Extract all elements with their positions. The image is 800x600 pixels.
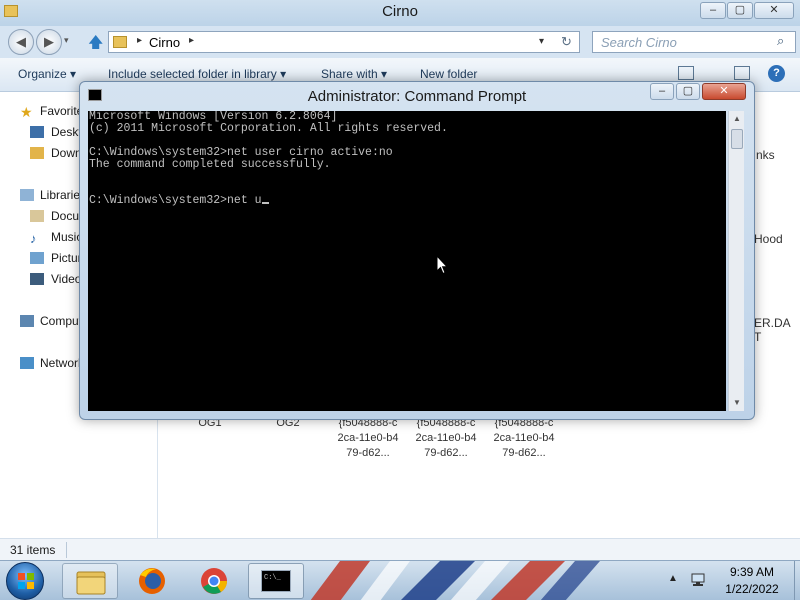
show-hidden-icons-button[interactable]: ▲ (668, 573, 678, 584)
taskbar-background-art (310, 561, 600, 600)
minimize-button[interactable]: – (700, 2, 726, 19)
search-icon[interactable]: ⌕ (777, 33, 784, 49)
address-bar[interactable]: ▸ Cirno ▸ ▾ ↻ (108, 31, 580, 53)
nav-music[interactable]: Music (51, 230, 82, 244)
right-edge-label: ER.DA (754, 316, 791, 330)
music-icon: ♪ (30, 231, 37, 246)
console-output[interactable]: Microsoft Windows [Version 6.2.8064] (c)… (88, 111, 726, 411)
console-line: (c) 2011 Microsoft Corporation. All righ… (89, 122, 448, 135)
pictures-icon (30, 252, 44, 264)
new-folder-button[interactable]: New folder (420, 67, 477, 81)
show-desktop-button[interactable] (794, 561, 800, 600)
console-line: The command completed successfully. (89, 158, 331, 171)
taskbar-firefox-button[interactable] (124, 563, 180, 599)
console-text: Microsoft Windows [Version 6.2.8064] (c)… (89, 111, 448, 207)
file-item[interactable]: {f5048888-c2ca-11e0-b479-d62... (414, 416, 478, 461)
cmd-icon-text: C:\_ (264, 574, 281, 582)
right-edge-label: nks (756, 148, 775, 162)
scroll-down-arrow[interactable]: ▼ (729, 395, 745, 411)
clock-time[interactable]: 9:39 AM (716, 565, 788, 579)
refresh-button[interactable]: ↻ (561, 34, 579, 50)
network-status-icon[interactable] (690, 572, 706, 588)
close-button[interactable]: ✕ (754, 2, 794, 19)
navigation-bar: ◀ ▶ ▾ 🡅 ▸ Cirno ▸ ▾ ↻ ⌕ (0, 26, 800, 58)
recent-pages-dropdown[interactable]: ▾ (64, 35, 69, 46)
taskbar: C:\_ ▲ 9:39 AM 1/22/2022 (0, 560, 800, 600)
maximize-button[interactable]: ▢ (727, 2, 753, 19)
right-edge-label: T (754, 330, 762, 344)
scroll-thumb[interactable] (731, 129, 743, 149)
console-input-line[interactable]: C:\Windows\system32>net u (89, 194, 262, 207)
cmd-close-button[interactable]: ✕ (702, 83, 746, 100)
file-item[interactable]: {f5048888-c2ca-11e0-b479-d62... (492, 416, 556, 461)
address-dropdown-icon[interactable]: ▾ (539, 36, 544, 47)
downloads-icon (30, 147, 44, 159)
computer-icon (20, 315, 34, 327)
status-divider (66, 542, 67, 558)
breadcrumb-separator[interactable]: ▸ (189, 35, 194, 46)
taskbar-chrome-button[interactable] (186, 563, 242, 599)
command-prompt-window: Administrator: Command Prompt – ▢ ✕ Micr… (79, 81, 755, 420)
text-cursor (261, 202, 269, 204)
vertical-scrollbar[interactable]: ▲ ▼ (728, 111, 744, 411)
forward-button[interactable]: ▶ (36, 29, 62, 55)
change-view-icon[interactable] (678, 66, 694, 80)
star-icon: ★ (20, 104, 33, 120)
address-folder-icon (113, 36, 127, 48)
nav-network[interactable]: Network (40, 356, 84, 370)
windows-logo-icon (18, 573, 34, 589)
search-input[interactable] (593, 32, 773, 52)
preview-pane-icon[interactable] (734, 66, 750, 80)
network-icon (20, 357, 34, 369)
libraries-icon (20, 189, 34, 201)
right-edge-label: Hood (754, 232, 783, 246)
start-button[interactable] (6, 562, 44, 600)
breadcrumb-separator[interactable]: ▸ (137, 35, 142, 46)
back-button[interactable]: ◀ (8, 29, 34, 55)
videos-icon (30, 273, 44, 285)
explorer-titlebar[interactable]: Cirno – ▢ ✕ (0, 0, 800, 26)
cmd-maximize-button[interactable]: ▢ (676, 83, 700, 100)
mouse-pointer-icon (436, 255, 448, 275)
organize-button[interactable]: Organize ▾ (18, 67, 76, 81)
desktop-icon (30, 126, 44, 138)
share-with-button[interactable]: Share with ▾ (321, 67, 387, 81)
cmd-minimize-button[interactable]: – (650, 83, 674, 100)
documents-icon (30, 210, 44, 222)
status-bar: 31 items (0, 538, 800, 560)
chrome-icon (201, 568, 228, 594)
firefox-icon (139, 568, 165, 594)
explorer-folder-icon (76, 571, 106, 595)
taskbar-cmd-button[interactable]: C:\_ (248, 563, 304, 599)
breadcrumb-cirno[interactable]: Cirno (149, 35, 180, 50)
taskbar-explorer-button[interactable] (62, 563, 118, 599)
include-in-library-button[interactable]: Include selected folder in library ▾ (108, 67, 286, 81)
clock-date[interactable]: 1/22/2022 (716, 582, 788, 596)
scroll-up-arrow[interactable]: ▲ (729, 111, 745, 127)
up-folder-button[interactable]: 🡅 (88, 32, 103, 57)
item-count: 31 items (10, 543, 56, 557)
search-box[interactable]: ⌕ (592, 31, 796, 53)
cmd-taskbar-icon: C:\_ (261, 570, 291, 592)
help-icon[interactable]: ? (768, 65, 785, 82)
explorer-title: Cirno (382, 3, 418, 20)
file-item[interactable]: {f5048888-c2ca-11e0-b479-d62... (336, 416, 400, 461)
